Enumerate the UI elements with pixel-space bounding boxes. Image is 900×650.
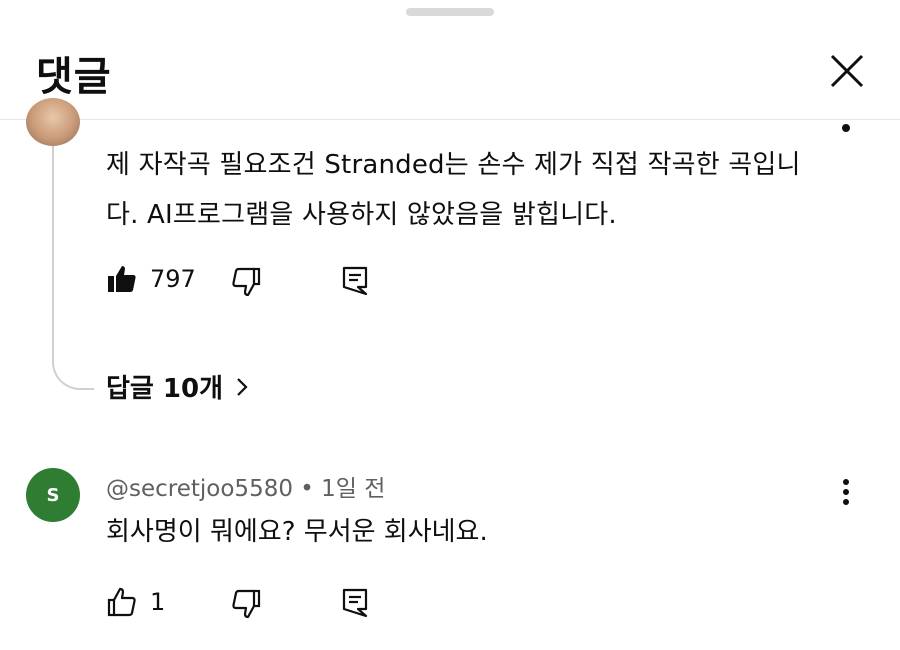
page-title: 댓글 [36,54,112,100]
like-count: 1 [150,588,166,616]
like-button[interactable]: 797 [106,263,196,295]
reply-button[interactable] [340,265,370,297]
more-options-icon[interactable] [832,476,860,512]
avatar[interactable]: S [26,468,80,522]
comment-text: 제 자작곡 필요조건 Stranded는 손수 제가 직접 작곡한 곡입니다. … [106,150,801,230]
thread-line [52,146,94,390]
close-icon[interactable] [826,50,868,92]
reply-comment-icon [342,588,368,618]
reply-button[interactable] [340,587,370,619]
reply-comment-icon [342,266,368,296]
thumbs-down-icon [232,589,261,619]
view-replies-button[interactable]: 답글 10개 [106,368,249,405]
header-divider [0,119,900,120]
like-count: 797 [150,265,196,293]
thumbs-down-icon [232,267,261,297]
replies-label: 답글 10개 [106,374,223,404]
like-button[interactable]: 1 [106,586,165,618]
comment-text: 회사명이 뭐에요? 무서운 회사네요. [106,517,488,547]
thumbs-up-icon [107,587,136,617]
chevron-right-icon [237,377,248,396]
comment-author[interactable]: @secretjoo5580 [106,476,293,502]
sheet-drag-handle[interactable] [406,8,494,16]
comment-meta: @secretjoo5580 • 1일 전 [106,469,385,503]
thumbs-up-filled-icon [108,266,136,292]
dislike-button[interactable] [228,588,262,620]
comment-time: 1일 전 [321,476,386,502]
more-options-icon[interactable] [842,124,850,132]
dislike-button[interactable] [228,266,262,298]
meta-separator: • [300,476,322,502]
avatar[interactable] [26,98,80,146]
